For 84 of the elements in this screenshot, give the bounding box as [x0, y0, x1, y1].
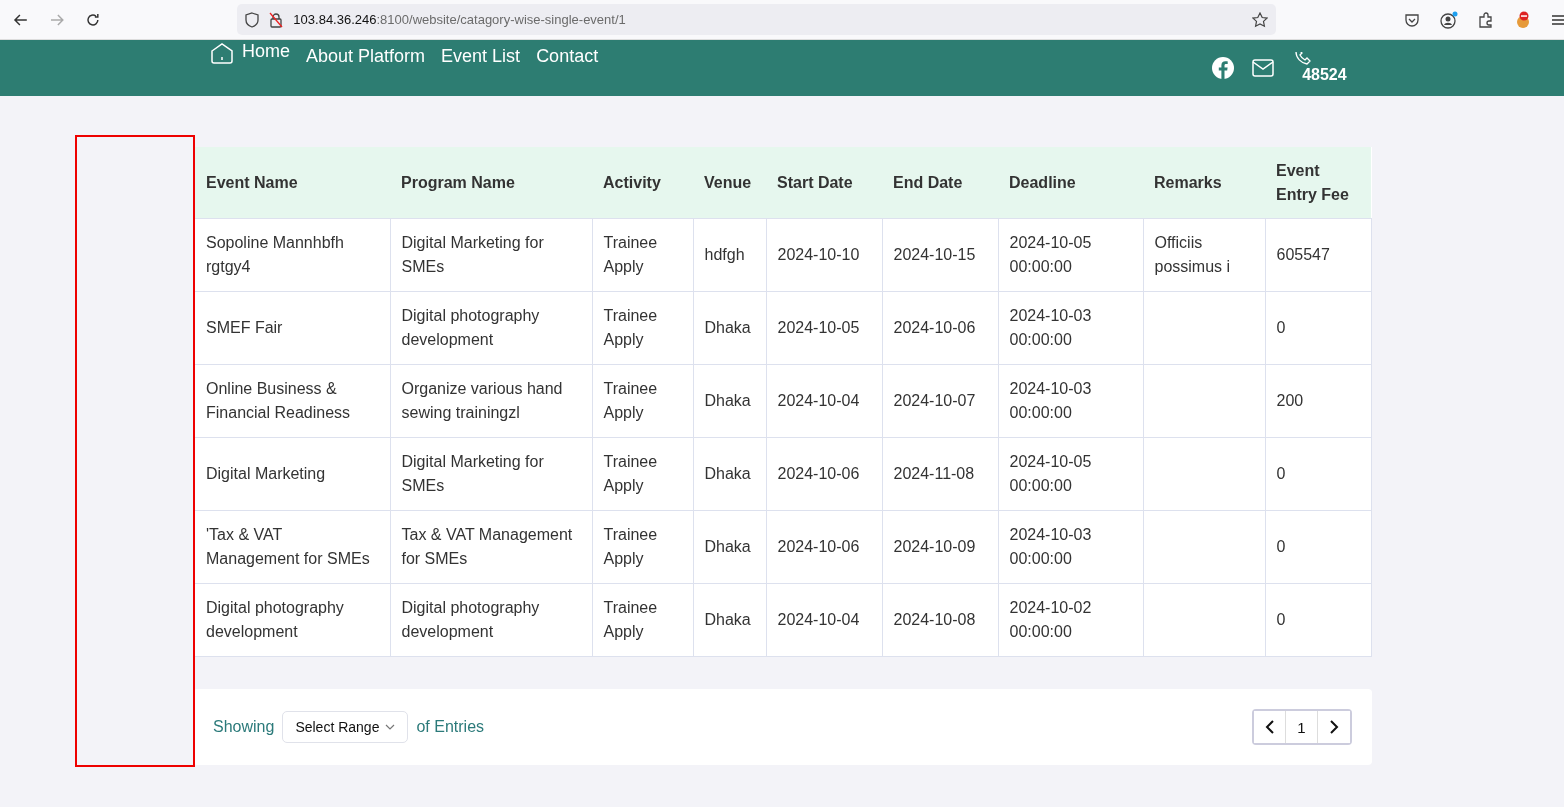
- showing-label: Showing: [213, 718, 275, 736]
- table-cell: Digital Marketing for SMEs: [390, 218, 592, 292]
- table-cell: 2024-10-04: [766, 583, 882, 657]
- table-cell: Dhaka: [693, 583, 766, 657]
- menu-icon[interactable]: [1552, 13, 1564, 26]
- column-header: Program Name: [390, 147, 592, 219]
- table-cell: Trainee Apply: [592, 218, 693, 292]
- table-cell: 2024-11-08: [882, 437, 998, 511]
- home-icon[interactable]: [210, 42, 234, 64]
- table-cell: Trainee Apply: [592, 364, 693, 438]
- pocket-icon[interactable]: [1404, 11, 1420, 28]
- column-header: Activity: [592, 147, 693, 219]
- table-cell: 2024-10-07: [882, 364, 998, 438]
- table-cell: Dhaka: [693, 364, 766, 438]
- shield-icon: [245, 11, 260, 28]
- table-cell: 2024-10-02 00:00:00: [998, 583, 1143, 657]
- table-cell: 2024-10-15: [882, 218, 998, 292]
- chevron-down-icon: [385, 724, 396, 730]
- table-cell: Trainee Apply: [592, 437, 693, 511]
- table-cell: 'Tax & VAT Management for SMEs: [195, 510, 390, 584]
- table-cell: Trainee Apply: [592, 291, 693, 365]
- table-cell: Trainee Apply: [592, 583, 693, 657]
- table-cell: Organize various hand sewing trainingzl: [390, 364, 592, 438]
- column-header: Event Name: [195, 147, 390, 219]
- table-cell: 2024-10-05 00:00:00: [998, 437, 1143, 511]
- extension-icon[interactable]: [1514, 10, 1532, 29]
- table-cell: Tax & VAT Management for SMEs: [390, 510, 592, 584]
- table-cell: 200: [1265, 364, 1371, 438]
- chevron-right-icon: [1329, 720, 1339, 734]
- table-cell: 2024-10-05 00:00:00: [998, 218, 1143, 292]
- column-header: Venue: [693, 147, 766, 219]
- nav-link[interactable]: Event List: [441, 43, 521, 67]
- puzzle-icon[interactable]: [1478, 11, 1494, 28]
- table-cell: 2024-10-10: [766, 218, 882, 292]
- table-cell: 2024-10-03 00:00:00: [998, 291, 1143, 365]
- table-cell: 0: [1265, 437, 1371, 511]
- table-cell: 2024-10-05: [766, 291, 882, 365]
- address-bar[interactable]: 103.84.36.246:8100/website/catagory-wise-single-event/1: [237, 4, 1276, 35]
- table-cell: 2024-10-06: [766, 437, 882, 511]
- column-header: Deadline: [998, 147, 1143, 219]
- table-cell: Dhaka: [693, 291, 766, 365]
- reload-icon[interactable]: [84, 11, 101, 28]
- table-cell: 2024-10-06: [766, 510, 882, 584]
- bookmark-star-icon[interactable]: [1252, 11, 1268, 28]
- url-text: 103.84.36.246:8100/website/catagory-wise-single-event/1: [293, 12, 626, 27]
- account-icon[interactable]: [1440, 10, 1458, 29]
- nav-link[interactable]: About Platform: [306, 43, 426, 67]
- table-cell: 2024-10-09: [882, 510, 998, 584]
- facebook-icon[interactable]: [1212, 57, 1235, 79]
- column-header: End Date: [882, 147, 998, 219]
- table-cell: Digital Marketing: [195, 437, 390, 511]
- chevron-left-icon: [1265, 720, 1274, 734]
- phone-number: 48524: [1302, 66, 1347, 84]
- table-cell: Digital Marketing for SMEs: [390, 437, 592, 511]
- table-cell: Sopoline Mannhbfh rgtgy4: [195, 218, 390, 292]
- table-cell: 2024-10-03 00:00:00: [998, 364, 1143, 438]
- table-cell: Dhaka: [693, 437, 766, 511]
- table-cell: 2024-10-03 00:00:00: [998, 510, 1143, 584]
- table-cell: Digital photography development: [390, 583, 592, 657]
- range-select[interactable]: Select Range: [282, 711, 409, 743]
- column-header: Start Date: [766, 147, 882, 219]
- table-cell: 2024-10-04: [766, 364, 882, 438]
- table-cell: hdfgh: [693, 218, 766, 292]
- table-cell: SMEF Fair: [195, 291, 390, 365]
- table-cell: Digital photography development: [390, 291, 592, 365]
- insecure-lock-icon: [269, 11, 284, 28]
- nav-link[interactable]: Home: [242, 38, 290, 62]
- table-cell: Officiis possimus i: [1143, 218, 1265, 292]
- table-cell: 2024-10-06: [882, 291, 998, 365]
- table-cell: Trainee Apply: [592, 510, 693, 584]
- table-cell: Online Business & Financial Readiness: [195, 364, 390, 438]
- column-header: Event Entry Fee: [1265, 147, 1371, 219]
- table-cell: 605547: [1265, 218, 1371, 292]
- previous-page-button[interactable]: [1254, 711, 1286, 743]
- table-cell: 2024-10-08: [882, 583, 998, 657]
- column-header: Remarks: [1143, 147, 1265, 219]
- table-cell: 0: [1265, 510, 1371, 584]
- nav-link[interactable]: Contact: [536, 43, 599, 67]
- table-cell: 0: [1265, 291, 1371, 365]
- table-cell: Digital photography development: [195, 583, 390, 657]
- table-cell: 0: [1265, 583, 1371, 657]
- entries-label: of Entries: [416, 718, 485, 736]
- table-cell: Dhaka: [693, 510, 766, 584]
- mail-icon[interactable]: [1252, 59, 1275, 77]
